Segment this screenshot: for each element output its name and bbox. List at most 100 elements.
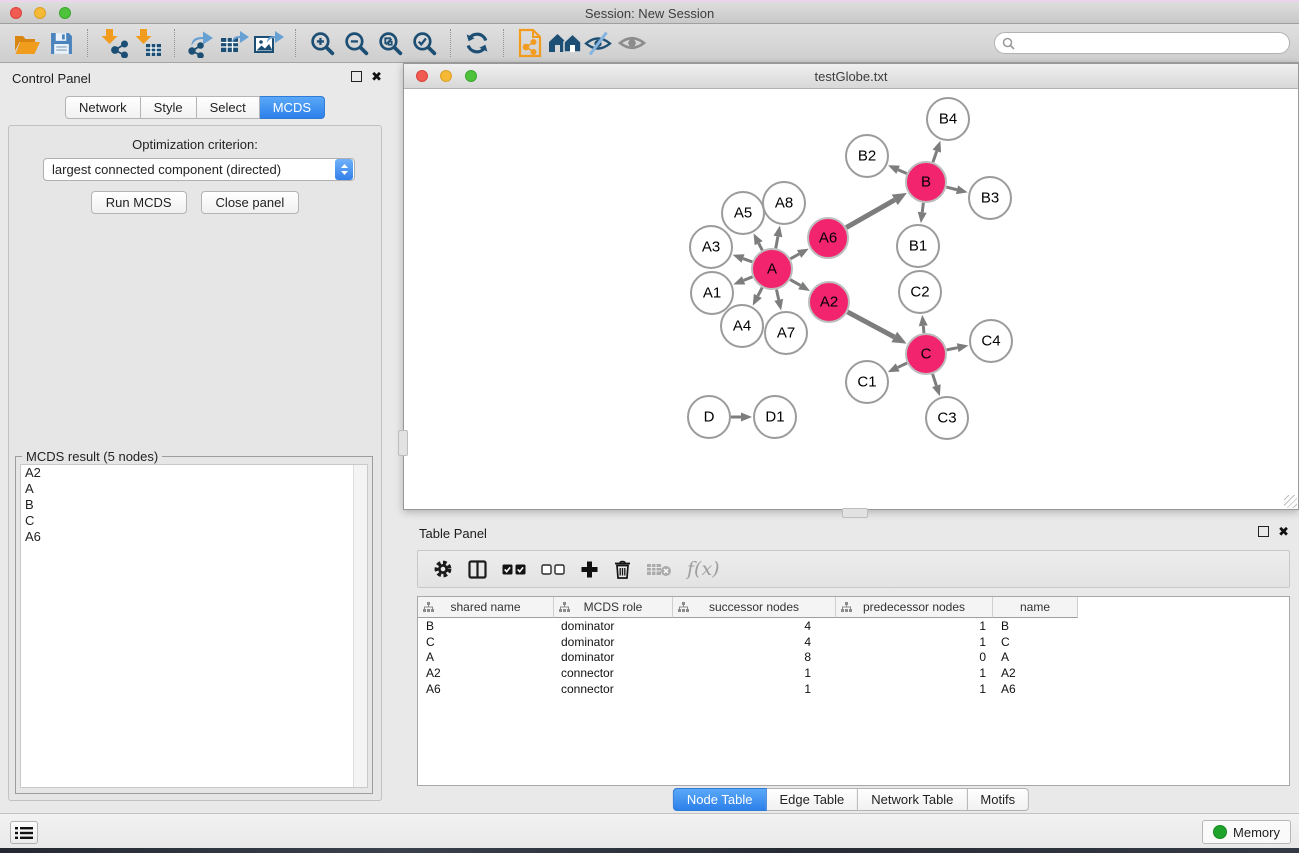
graph-edge-C-C1[interactable] xyxy=(888,363,907,372)
table-cell[interactable]: 4 xyxy=(673,619,836,633)
select-all-checked-icon[interactable] xyxy=(502,564,526,575)
graph-node-A2[interactable]: A2 xyxy=(809,282,849,322)
houses-icon[interactable] xyxy=(547,26,581,60)
table-cell[interactable]: 1 xyxy=(673,682,836,696)
column-header-name[interactable]: name xyxy=(993,597,1078,618)
graph-edge-A-A7[interactable] xyxy=(774,290,783,311)
column-header-shared-name[interactable]: shared name xyxy=(418,597,554,618)
vertical-divider-handle[interactable] xyxy=(398,430,408,456)
graph-edge-A-A8[interactable] xyxy=(773,226,782,249)
graph-node-B1[interactable]: B1 xyxy=(897,225,939,267)
graph-node-B3[interactable]: B3 xyxy=(969,177,1011,219)
search-field[interactable] xyxy=(994,32,1290,54)
graph-node-B4[interactable]: B4 xyxy=(927,98,969,140)
tab-motifs[interactable]: Motifs xyxy=(967,788,1029,811)
close-panel-icon[interactable]: ✖ xyxy=(1278,527,1289,537)
column-header-predecessor-nodes[interactable]: predecessor nodes xyxy=(836,597,993,618)
import-network-icon[interactable] xyxy=(97,26,131,60)
table-cell[interactable]: 1 xyxy=(836,682,993,696)
add-column-icon[interactable] xyxy=(580,560,599,579)
table-cell[interactable]: C xyxy=(993,635,1078,649)
graph-edge-C-C3[interactable] xyxy=(932,374,941,396)
graph-edge-B-B4[interactable] xyxy=(933,141,941,162)
table-cell[interactable]: 1 xyxy=(836,666,993,680)
network-graph[interactable]: AA1A2A3A4A5A6A7A8BB1B2B3B4CC1C2C3C4DD1 xyxy=(404,89,1298,509)
tab-node-table[interactable]: Node Table xyxy=(673,788,767,811)
table-cell[interactable]: connector xyxy=(554,682,673,696)
table-cell[interactable]: A xyxy=(418,650,554,664)
delete-column-icon[interactable] xyxy=(614,559,631,579)
graph-edge-B-B3[interactable] xyxy=(946,185,967,194)
search-input[interactable] xyxy=(1019,34,1289,52)
table-cell[interactable]: B xyxy=(993,619,1078,633)
graph-edge-A2-C[interactable] xyxy=(848,312,907,344)
graph-edge-A-A3[interactable] xyxy=(733,254,753,262)
zoom-out-icon[interactable] xyxy=(339,26,373,60)
graph-node-A7[interactable]: A7 xyxy=(765,312,807,354)
table-cell[interactable]: dominator xyxy=(554,650,673,664)
table-cell[interactable]: A2 xyxy=(418,666,554,680)
graph-node-A8[interactable]: A8 xyxy=(763,182,805,224)
tab-style[interactable]: Style xyxy=(141,96,197,119)
zoom-fit-icon[interactable] xyxy=(373,26,407,60)
graph-node-A4[interactable]: A4 xyxy=(721,305,763,347)
zoom-selected-icon[interactable] xyxy=(407,26,441,60)
graph-node-C4[interactable]: C4 xyxy=(970,320,1012,362)
delete-table-icon[interactable] xyxy=(646,562,672,577)
import-table-icon[interactable] xyxy=(131,26,165,60)
mcds-result-item[interactable]: A xyxy=(21,481,367,497)
settings-gear-icon[interactable] xyxy=(433,559,453,579)
close-panel-icon[interactable]: ✖ xyxy=(371,72,382,82)
graph-node-C1[interactable]: C1 xyxy=(846,361,888,403)
function-builder-icon[interactable]: f(x) xyxy=(687,558,720,580)
eye-icon[interactable] xyxy=(615,26,649,60)
table-cell[interactable]: 4 xyxy=(673,635,836,649)
graph-node-D[interactable]: D xyxy=(688,396,730,438)
float-panel-icon[interactable] xyxy=(1258,526,1269,537)
mcds-result-item[interactable]: A2 xyxy=(21,465,367,481)
graph-edge-C-C4[interactable] xyxy=(947,343,969,352)
tab-mcds[interactable]: MCDS xyxy=(260,96,325,119)
zoom-in-icon[interactable] xyxy=(305,26,339,60)
graph-edge-B-B1[interactable] xyxy=(918,203,927,223)
table-cell[interactable]: 1 xyxy=(836,635,993,649)
deselect-all-unchecked-icon[interactable] xyxy=(541,564,565,575)
export-table-icon[interactable] xyxy=(218,26,252,60)
graph-edge-A-A1[interactable] xyxy=(733,276,752,284)
table-row[interactable]: Adominator80A xyxy=(418,650,1289,666)
resize-grip[interactable] xyxy=(1284,495,1297,508)
tab-edge-table[interactable]: Edge Table xyxy=(766,788,858,811)
table-cell[interactable]: dominator xyxy=(554,635,673,649)
graph-edge-A-A5[interactable] xyxy=(754,233,763,250)
close-panel-button[interactable]: Close panel xyxy=(201,191,300,214)
tab-network-table[interactable]: Network Table xyxy=(858,788,967,811)
show-columns-icon[interactable] xyxy=(468,560,487,579)
table-row[interactable]: Cdominator41C xyxy=(418,634,1289,650)
graph-node-D1[interactable]: D1 xyxy=(754,396,796,438)
network-window-titlebar[interactable]: testGlobe.txt xyxy=(404,64,1298,89)
criterion-dropdown[interactable]: largest connected component (directed) xyxy=(43,158,355,181)
graph-node-A1[interactable]: A1 xyxy=(691,272,733,314)
table-cell[interactable]: connector xyxy=(554,666,673,680)
graph-node-A5[interactable]: A5 xyxy=(722,192,764,234)
horizontal-divider-handle[interactable] xyxy=(842,508,868,518)
graph-edge-A-A6[interactable] xyxy=(790,249,808,259)
network-from-document-icon[interactable] xyxy=(513,26,547,60)
graph-node-A3[interactable]: A3 xyxy=(690,226,732,268)
open-session-icon[interactable] xyxy=(10,26,44,60)
mcds-result-item[interactable]: A6 xyxy=(21,529,367,545)
refresh-icon[interactable] xyxy=(460,26,494,60)
table-cell[interactable]: 0 xyxy=(836,650,993,664)
table-cell[interactable]: A2 xyxy=(993,666,1078,680)
node-table[interactable]: shared nameMCDS rolesuccessor nodesprede… xyxy=(417,596,1290,786)
graph-node-A6[interactable]: A6 xyxy=(808,218,848,258)
graph-node-B[interactable]: B xyxy=(906,162,946,202)
mcds-result-list[interactable]: A2ABCA6 xyxy=(20,464,368,788)
graph-edge-A6-B[interactable] xyxy=(846,193,907,228)
table-cell[interactable]: 1 xyxy=(673,666,836,680)
save-session-icon[interactable] xyxy=(44,26,78,60)
export-image-icon[interactable] xyxy=(252,26,286,60)
table-cell[interactable]: A6 xyxy=(418,682,554,696)
table-cell[interactable]: dominator xyxy=(554,619,673,633)
table-row[interactable]: A6connector11A6 xyxy=(418,681,1289,697)
